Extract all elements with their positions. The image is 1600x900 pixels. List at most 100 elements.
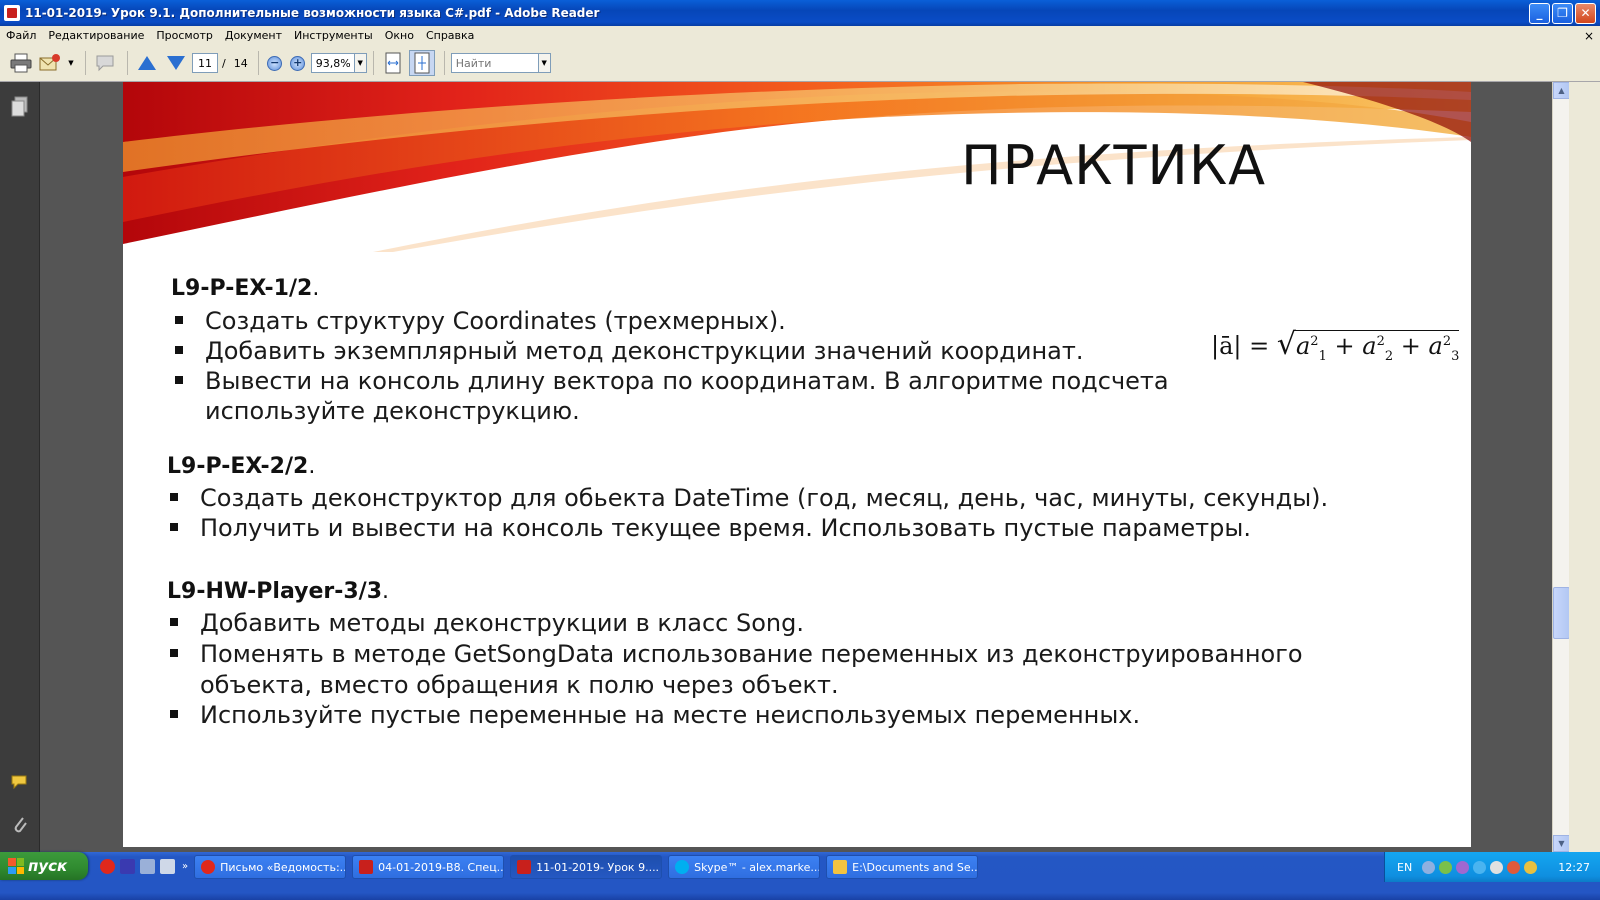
bullet-text: Вывести на консоль длину вектора по коор…	[205, 367, 1169, 395]
zoom-input[interactable]	[310, 53, 355, 73]
menu-edit[interactable]: Редактирование	[42, 29, 150, 42]
bullet-item: Добавить методы деконструкции в класс So…	[170, 608, 804, 638]
bullet-square-icon	[170, 649, 178, 657]
toolbar: ▼ / 14 − + ▼ ▼	[0, 45, 1600, 82]
task-button[interactable]: Письмо «Ведомость:...	[194, 855, 347, 879]
formula-plus: +	[1334, 332, 1355, 360]
signal-icon[interactable]	[1439, 860, 1453, 874]
skype-tray-icon[interactable]	[1473, 860, 1487, 874]
clock: 12:27	[1558, 860, 1590, 874]
network-icon[interactable]	[140, 858, 155, 874]
document-view[interactable]: ПРАКТИКА L9-P-EX-1/2. Создать структуру …	[40, 82, 1552, 852]
email-dropdown-arrow[interactable]: ▼	[66, 50, 76, 76]
bullet-square-icon	[170, 618, 178, 626]
opera-icon[interactable]	[100, 858, 115, 874]
close-button[interactable]: ✕	[1575, 2, 1596, 24]
bullet-text: Добавить методы деконструкции в класс So…	[200, 609, 804, 637]
find-dropdown-arrow[interactable]: ▼	[538, 53, 551, 73]
section-heading-dot: .	[308, 454, 316, 479]
scroll-thumb[interactable]	[1553, 587, 1570, 639]
scroll-down-button[interactable]: ▼	[1553, 835, 1570, 852]
folder-icon	[833, 860, 848, 874]
volume-icon[interactable]	[1524, 860, 1538, 874]
fit-page-button[interactable]	[408, 50, 435, 76]
toolbar-separator	[443, 51, 445, 75]
adobe-reader-icon	[4, 5, 20, 21]
bullet-square-icon	[175, 316, 183, 324]
task-button[interactable]: 04-01-2019-В8. Спец...	[352, 855, 505, 879]
task-label: E:\Documents and Se...	[852, 860, 979, 874]
formula-index: 1	[1318, 348, 1327, 364]
comment-button[interactable]	[92, 50, 118, 76]
arrow-down-icon	[167, 56, 185, 70]
show-desktop-icon[interactable]	[160, 858, 175, 874]
bullet-text: объекта, вместо обращения к полю через о…	[200, 671, 839, 699]
comments-icon[interactable]	[10, 772, 30, 794]
bullet-item: Получить и вывести на консоль текущее вр…	[170, 513, 1251, 543]
pdf-icon	[517, 860, 532, 874]
menu-view[interactable]: Просмотр	[150, 29, 218, 42]
task-button[interactable]: E:\Documents and Se...	[826, 855, 979, 879]
maximize-button[interactable]: ❐	[1552, 2, 1573, 24]
bullet-square-icon	[170, 710, 178, 718]
bullet-text: Поменять в методе GetSongData использова…	[200, 640, 1303, 668]
zoom-out-icon: −	[267, 55, 283, 71]
zoom-dropdown-arrow[interactable]: ▼	[354, 53, 367, 73]
task-button[interactable]: Skype™ - alex.marke...	[668, 855, 821, 879]
document-close-button[interactable]: ×	[1584, 29, 1594, 43]
bullet-continuation: используйте деконструкцию.	[175, 396, 580, 426]
bullet-text: Получить и вывести на консоль текущее вр…	[200, 514, 1251, 542]
section-heading-ex1: L9-P-EX-1/2.	[171, 276, 319, 301]
menu-tools[interactable]: Инструменты	[288, 29, 379, 42]
page-number-input[interactable]	[192, 53, 218, 73]
email-button[interactable]	[37, 50, 63, 76]
menu-file[interactable]: Файл	[0, 29, 42, 42]
bullet-text: используйте деконструкцию.	[205, 397, 580, 425]
vertical-scrollbar[interactable]: ▲ ▼	[1552, 82, 1570, 852]
menu-help[interactable]: Справка	[420, 29, 480, 42]
scroll-up-button[interactable]: ▲	[1553, 82, 1570, 99]
next-page-button[interactable]	[163, 50, 189, 76]
print-button[interactable]	[8, 50, 34, 76]
bullet-continuation: объекта, вместо обращения к полю через о…	[170, 670, 839, 700]
fit-width-icon	[385, 52, 401, 74]
zoom-out-button[interactable]: −	[265, 50, 285, 76]
formula-var: a	[1428, 332, 1443, 360]
formula-exp: 2	[1310, 334, 1319, 349]
fit-width-button[interactable]	[380, 50, 406, 76]
language-indicator[interactable]: EN	[1397, 861, 1412, 874]
zoom-in-button[interactable]: +	[288, 50, 308, 76]
pdf-page: ПРАКТИКА L9-P-EX-1/2. Создать структуру …	[123, 82, 1471, 847]
save-icon[interactable]	[120, 858, 135, 874]
pages-icon[interactable]	[10, 96, 30, 118]
previous-page-button[interactable]	[134, 50, 160, 76]
section-heading-text: L9-HW-Player-3/3	[167, 579, 383, 604]
viber-icon[interactable]	[1456, 860, 1470, 874]
section-heading-text: L9-P-EX-2/2	[167, 454, 309, 479]
bullet-square-icon	[175, 376, 183, 384]
printer-icon	[10, 53, 32, 73]
safe-remove-icon[interactable]	[1490, 860, 1504, 874]
window-frame-right	[1569, 82, 1600, 852]
bullet-text: Используйте пустые переменные на месте н…	[200, 701, 1141, 729]
windows-logo-icon	[8, 858, 24, 874]
section-heading-dot: .	[312, 276, 320, 301]
menu-document[interactable]: Документ	[219, 29, 288, 42]
sqrt-icon: √	[1276, 327, 1296, 362]
section-heading-text: L9-P-EX-1/2	[171, 276, 313, 301]
formula-radicand: a21 + a22 + a23	[1295, 330, 1460, 364]
find-input[interactable]	[450, 53, 539, 73]
attachments-icon[interactable]	[10, 814, 30, 836]
minimize-button[interactable]: _	[1529, 2, 1550, 24]
start-button[interactable]: пуск	[0, 852, 88, 880]
pdf-icon	[359, 860, 374, 874]
task-label: Skype™ - alex.marke...	[694, 860, 821, 874]
section-heading-ex2: L9-P-EX-2/2.	[167, 454, 315, 479]
bullet-item: Вывести на консоль длину вектора по коор…	[175, 366, 1169, 396]
tray-arrow-icon[interactable]	[1422, 860, 1436, 874]
tray-app-icon[interactable]	[1507, 860, 1521, 874]
quick-launch-chevron[interactable]: »	[182, 861, 188, 872]
task-button-active[interactable]: 11-01-2019- Урок 9....	[510, 855, 663, 879]
menu-window[interactable]: Окно	[379, 29, 420, 42]
toolbar-separator	[85, 51, 86, 75]
